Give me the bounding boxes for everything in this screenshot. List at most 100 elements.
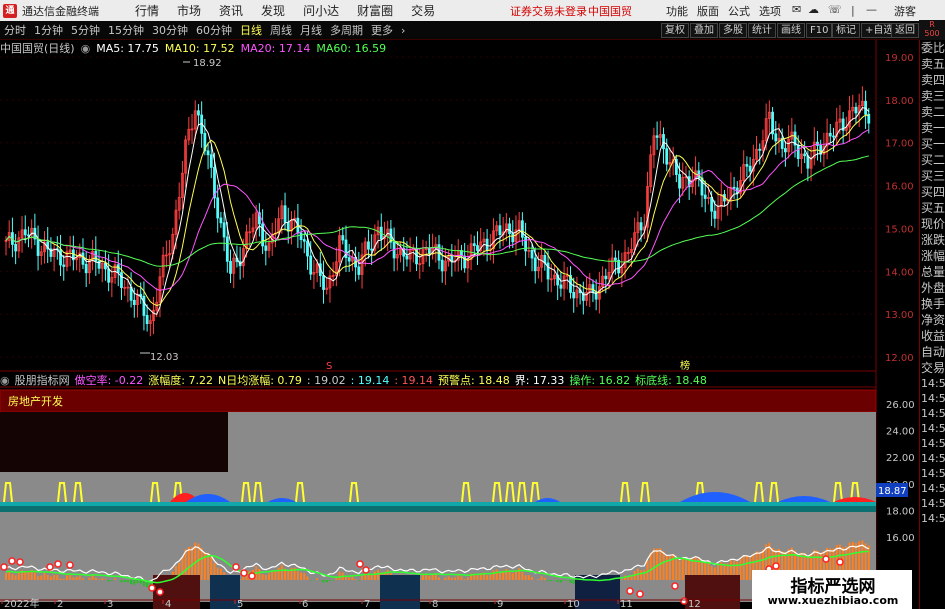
signal-dot <box>0 563 8 571</box>
signal-dot <box>232 563 240 571</box>
candle-body <box>107 268 111 283</box>
ind-y-tick-label: 26.00 <box>886 400 915 411</box>
x-tick-label: 3 <box>107 599 113 609</box>
minimize-icon[interactable]: — <box>866 3 877 16</box>
quote-field: 买一 <box>921 137 945 151</box>
signal-dot <box>248 572 256 580</box>
quote-panel: 委比 卖五 卖四 卖三 卖二 卖一 买一 买二 买三 买四 买五 现价 涨跌 涨幅 总量 外盘 换手 净资 收益 自动… <box>919 40 945 609</box>
ind-y-tick-label: 24.00 <box>886 427 915 438</box>
period-fenshi[interactable]: 分时 <box>0 22 30 38</box>
ind-item: 标底线: 18.48 <box>635 374 707 387</box>
trade-time: 14:56 <box>921 452 945 465</box>
candle-body <box>774 133 778 142</box>
candle-body <box>662 134 665 150</box>
candle-body <box>264 245 268 251</box>
quote-field: 卖二 <box>921 105 945 119</box>
duogu-button[interactable]: 多股 <box>719 23 747 38</box>
fuquan-button[interactable]: 复权 <box>661 23 689 38</box>
trade-time: 14:56 <box>921 497 945 510</box>
candle-body <box>803 153 807 157</box>
f10-button[interactable]: F10 <box>806 23 833 38</box>
period-more[interactable]: 更多 <box>367 22 397 38</box>
trade-time: 14:56 <box>921 407 945 420</box>
candle-body <box>591 284 595 293</box>
trade-time: 14:56 <box>921 467 945 480</box>
message-icon[interactable]: ✉ <box>792 3 801 16</box>
high-label: 18.92 <box>193 58 222 69</box>
period-daily[interactable]: 日线 <box>236 22 266 38</box>
candle-body <box>27 234 30 237</box>
candle-body <box>225 236 229 262</box>
phone-icon[interactable]: ☏ <box>828 3 842 16</box>
candle-body <box>559 284 563 289</box>
signal-dot <box>156 588 164 596</box>
menu-faxian[interactable]: 发现 <box>261 2 285 19</box>
cloud-icon[interactable]: ☁ <box>808 3 819 16</box>
trade-time: 14:56 <box>921 437 945 450</box>
period-1min[interactable]: 1分钟 <box>30 22 67 38</box>
candle-body <box>283 205 287 223</box>
biaoji-button[interactable]: 标记 <box>832 23 860 38</box>
back-button[interactable]: 返回 <box>891 23 919 38</box>
chart-canvas[interactable]: 19.00 18.00 17.00 16.00 15.00 14.00 13.00 12.00… <box>0 40 919 609</box>
current-value-tag-text: 18.87 <box>878 486 907 497</box>
chevron-right-icon[interactable]: › <box>397 24 409 37</box>
period-15min[interactable]: 15分钟 <box>104 22 148 38</box>
candle-body <box>463 255 467 269</box>
menu-caifuquan[interactable]: 财富圈 <box>357 2 393 19</box>
menu-hangqing[interactable]: 行情 <box>135 2 159 19</box>
menu-gongshi[interactable]: 公式 <box>728 3 750 19</box>
candle-body <box>854 106 858 114</box>
signal-dot <box>356 560 364 568</box>
candle-body <box>219 217 223 224</box>
menu-shichang[interactable]: 市场 <box>177 2 201 19</box>
signal-dot <box>148 584 156 592</box>
x-tick-label: 11 <box>620 599 633 609</box>
x-tick-label: 7 <box>364 599 370 609</box>
menu-xuanxiang[interactable]: 选项 <box>759 3 781 19</box>
app-title: 通达信金融终端 <box>22 4 99 18</box>
settings-icon[interactable]: ◉ <box>0 374 10 387</box>
signal-dot <box>772 562 780 570</box>
candle-body <box>145 315 149 324</box>
settings-icon[interactable]: ◉ <box>81 42 91 55</box>
candle-body <box>520 220 524 238</box>
candle-body <box>745 164 749 167</box>
period-60min[interactable]: 60分钟 <box>192 22 236 38</box>
period-weekly[interactable]: 周线 <box>266 22 296 38</box>
candle-body <box>678 174 681 189</box>
candle-body <box>206 150 210 156</box>
x-tick-label: 5 <box>237 599 243 609</box>
signal-dot <box>362 566 370 574</box>
period-multi[interactable]: 多周期 <box>326 22 367 38</box>
candle-body <box>732 186 736 189</box>
period-monthly[interactable]: 月线 <box>296 22 326 38</box>
huaxian-button[interactable]: 画线 <box>777 23 805 38</box>
candle-body <box>533 257 537 272</box>
app-logo-icon: 通 <box>3 3 17 18</box>
candle-body <box>700 177 704 196</box>
menu-wenxiaoda[interactable]: 问小达 <box>303 2 339 19</box>
period-5min[interactable]: 5分钟 <box>67 22 104 38</box>
candle-body <box>299 232 303 241</box>
candle-body <box>367 241 370 250</box>
quote-field: 卖五 <box>921 57 945 71</box>
menu-gongneng[interactable]: 功能 <box>666 3 688 19</box>
title-bar: 通 通达信金融终端 行情 市场 资讯 发现 问小达 财富圈 交易 <box>0 0 945 21</box>
candle-body <box>572 292 576 299</box>
menu-banmian[interactable]: 版面 <box>697 3 719 19</box>
quote-field: 交易 <box>921 361 945 375</box>
tongji-button[interactable]: 统计 <box>748 23 776 38</box>
sector-label: 房地产开发 <box>8 394 63 408</box>
ind-item: 操作: 16.82 <box>569 374 631 387</box>
candle-body <box>703 194 707 199</box>
login-status[interactable]: 证券交易未登录 <box>510 3 587 19</box>
candle-body <box>302 239 306 242</box>
menu-zixun[interactable]: 资讯 <box>219 2 243 19</box>
trade-time: 14:56 <box>921 377 945 390</box>
guest-account[interactable]: 游客 <box>894 3 916 19</box>
diejia-button[interactable]: 叠加 <box>690 23 718 38</box>
period-30min[interactable]: 30分钟 <box>148 22 192 38</box>
candle-body <box>142 295 146 316</box>
menu-jiaoyi[interactable]: 交易 <box>411 2 435 19</box>
